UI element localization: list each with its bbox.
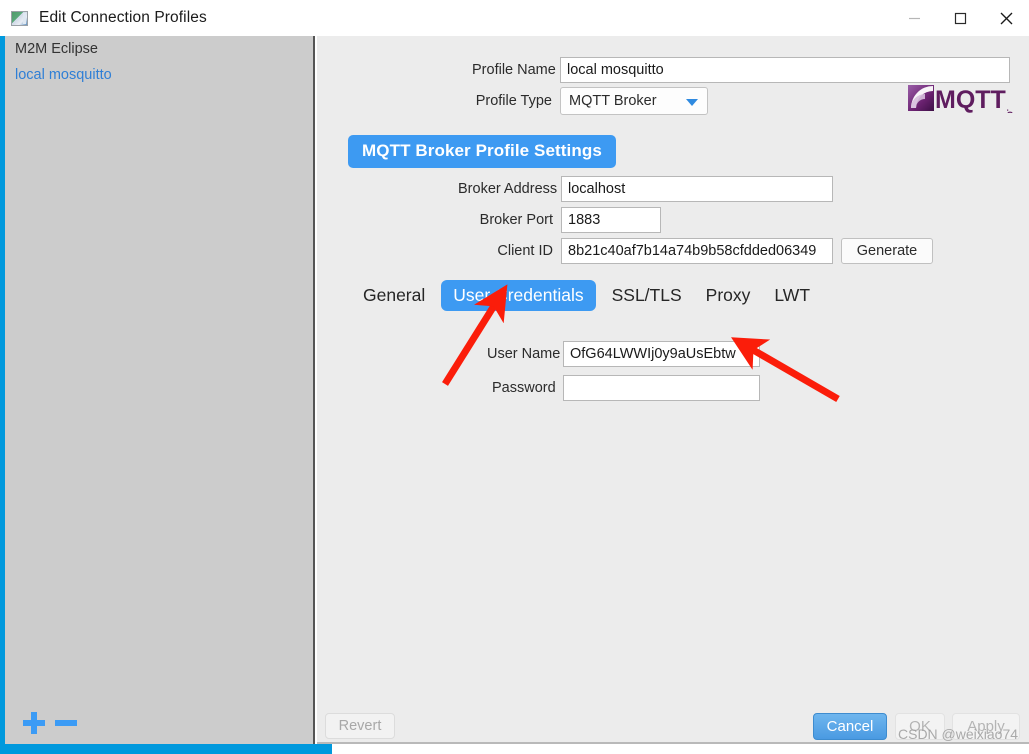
broker-address-input[interactable] — [561, 176, 833, 202]
user-name-input[interactable] — [563, 341, 760, 367]
tab-proxy[interactable]: Proxy — [698, 280, 759, 311]
profile-type-value: MQTT Broker — [569, 93, 657, 109]
chevron-down-icon — [686, 99, 698, 106]
broker-settings-banner: MQTT Broker Profile Settings — [348, 135, 616, 168]
settings-tabs: General User Credentials SSL/TLS Proxy L… — [355, 280, 818, 311]
close-button[interactable] — [983, 0, 1029, 36]
image-profile-icon — [11, 10, 28, 26]
panel-divider — [317, 742, 1029, 744]
profile-type-row: Profile Type MQTT Broker — [472, 87, 708, 115]
profile-name-row: Profile Name — [472, 57, 1010, 83]
sidebar-actions — [5, 704, 313, 742]
svg-text:MQTT: MQTT — [935, 86, 1006, 113]
remove-profile-icon[interactable] — [55, 712, 77, 734]
window-controls — [891, 0, 1029, 36]
broker-port-row: Broker Port — [477, 207, 661, 233]
sidebar-item-m2m-eclipse[interactable]: M2M Eclipse — [5, 36, 313, 62]
maximize-button[interactable] — [937, 0, 983, 36]
svg-text:.ORG: .ORG — [1005, 109, 1014, 113]
broker-address-row: Broker Address — [458, 176, 833, 202]
tab-ssl-tls[interactable]: SSL/TLS — [604, 280, 690, 311]
mqtt-org-logo: MQTT .ORG — [908, 83, 1016, 113]
password-label: Password — [492, 380, 556, 396]
cancel-button[interactable]: Cancel — [813, 713, 887, 740]
profile-type-label: Profile Type — [475, 93, 552, 109]
profiles-sidebar: M2M Eclipse local mosquitto — [5, 36, 315, 744]
profile-type-select[interactable]: MQTT Broker — [560, 87, 708, 115]
window-title: Edit Connection Profiles — [39, 9, 207, 26]
edit-connection-profiles-window: Edit Connection Profiles M2M Eclipse loc… — [0, 0, 1029, 754]
client-id-label: Client ID — [497, 243, 553, 259]
broker-port-input[interactable] — [561, 207, 661, 233]
broker-port-label: Broker Port — [479, 212, 553, 228]
tab-user-credentials[interactable]: User Credentials — [441, 280, 596, 311]
client-id-row: Client ID Generate — [490, 238, 933, 264]
profile-name-input[interactable] — [560, 57, 1010, 83]
title-bar: Edit Connection Profiles — [0, 0, 1029, 36]
user-name-row: User Name — [487, 341, 760, 367]
sidebar-item-label: M2M Eclipse — [15, 41, 98, 57]
revert-button[interactable]: Revert — [325, 713, 395, 739]
window-accent-stripe-bottom — [0, 744, 332, 754]
password-input[interactable] — [563, 375, 760, 401]
sidebar-item-label: local mosquitto — [15, 67, 112, 83]
password-row: Password — [492, 375, 760, 401]
user-name-label: User Name — [487, 346, 561, 362]
broker-address-label: Broker Address — [458, 181, 558, 197]
generate-client-id-button[interactable]: Generate — [841, 238, 933, 264]
tab-lwt[interactable]: LWT — [766, 280, 818, 311]
sidebar-item-local-mosquitto[interactable]: local mosquitto — [5, 62, 313, 88]
tab-general[interactable]: General — [355, 280, 433, 311]
add-profile-icon[interactable] — [23, 712, 45, 734]
ok-button[interactable]: OK — [895, 713, 945, 740]
apply-button[interactable]: Apply — [952, 713, 1020, 740]
profile-name-label: Profile Name — [472, 62, 556, 78]
minimize-button[interactable] — [891, 0, 937, 36]
client-id-input[interactable] — [561, 238, 833, 264]
